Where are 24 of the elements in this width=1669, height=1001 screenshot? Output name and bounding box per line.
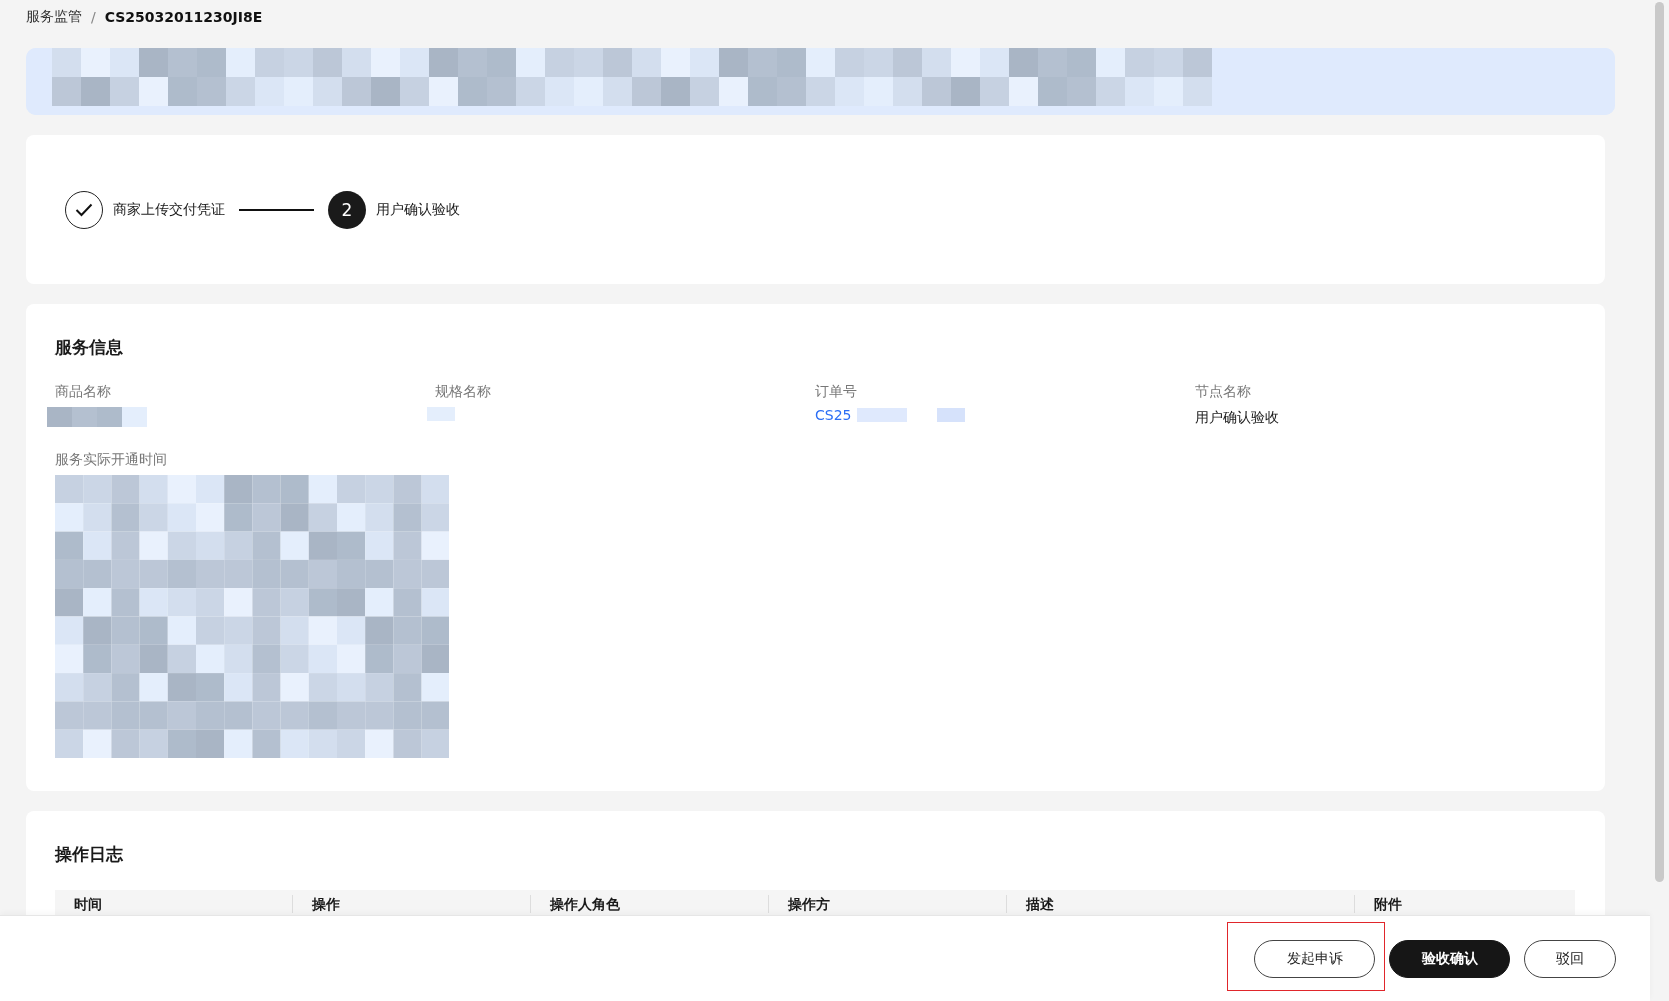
section-title: 服务信息 bbox=[55, 336, 124, 359]
column-header: 操作方 bbox=[768, 895, 1006, 913]
column-header: 时间 bbox=[73, 895, 103, 913]
field-label: 节点名称 bbox=[1195, 383, 1252, 401]
field-label: 订单号 bbox=[815, 383, 858, 401]
field-label: 规格名称 bbox=[435, 383, 492, 401]
column-header: 描述 bbox=[1006, 895, 1354, 913]
breadcrumb-item[interactable]: 服务监管 bbox=[26, 8, 82, 26]
action-button[interactable]: 发起申诉 bbox=[1254, 939, 1375, 978]
step-label: 商家上传交付凭证 bbox=[113, 200, 225, 219]
action-button[interactable]: 验收确认 bbox=[1389, 939, 1510, 978]
action-button[interactable]: 驳回 bbox=[1524, 939, 1616, 978]
field-label: 服务实际开通时间 bbox=[55, 451, 168, 469]
section-title: 操作日志 bbox=[55, 843, 124, 866]
breadcrumb-item: CS25032011230JI8E bbox=[104, 9, 263, 25]
column-header: 操作人角色 bbox=[530, 895, 768, 913]
step-label: 用户确认验收 bbox=[376, 200, 460, 219]
field-label: 商品名称 bbox=[55, 383, 112, 401]
step-number: 2 bbox=[328, 190, 366, 229]
order-number-link[interactable]: CS25 bbox=[815, 407, 852, 423]
field-value: 用户确认验收 bbox=[1195, 409, 1279, 425]
column-header: 操作 bbox=[292, 895, 530, 913]
breadcrumb-separator: / bbox=[91, 9, 96, 25]
column-header: 附件 bbox=[1354, 895, 1554, 913]
